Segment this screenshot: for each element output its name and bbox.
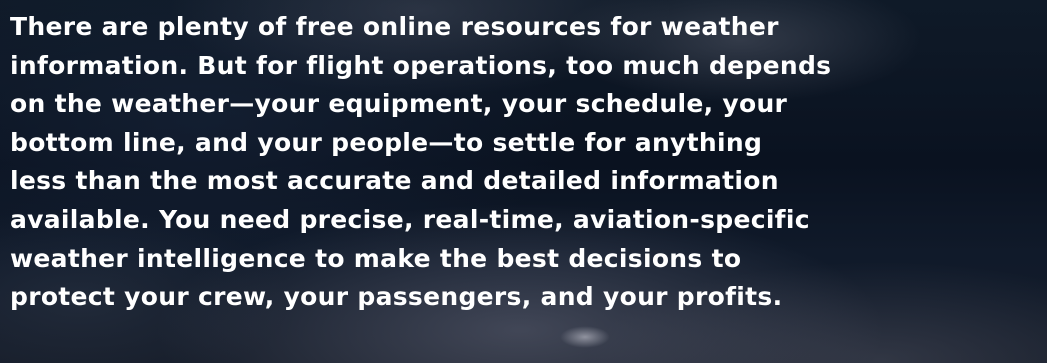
paragraph-line-8: protect your crew, your passengers, and …: [10, 282, 783, 312]
hero-section: There are plenty of free online resource…: [0, 0, 1047, 363]
paragraph-line-6: available. You need precise, real-time, …: [10, 204, 810, 234]
cloud-highlight: [560, 326, 610, 348]
paragraph-line-7: weather intelligence to make the best de…: [10, 243, 742, 273]
paragraph-line-2: information. But for flight operations, …: [10, 50, 832, 80]
paragraph-line-5: less than the most accurate and detailed…: [10, 166, 779, 196]
paragraph-line-3: on the weather—your equipment, your sche…: [10, 89, 788, 119]
intro-paragraph: There are plenty of free online resource…: [10, 8, 1040, 317]
paragraph-line-1: There are plenty of free online resource…: [10, 12, 779, 41]
paragraph-line-4: bottom line, and your people—to settle f…: [10, 127, 763, 157]
